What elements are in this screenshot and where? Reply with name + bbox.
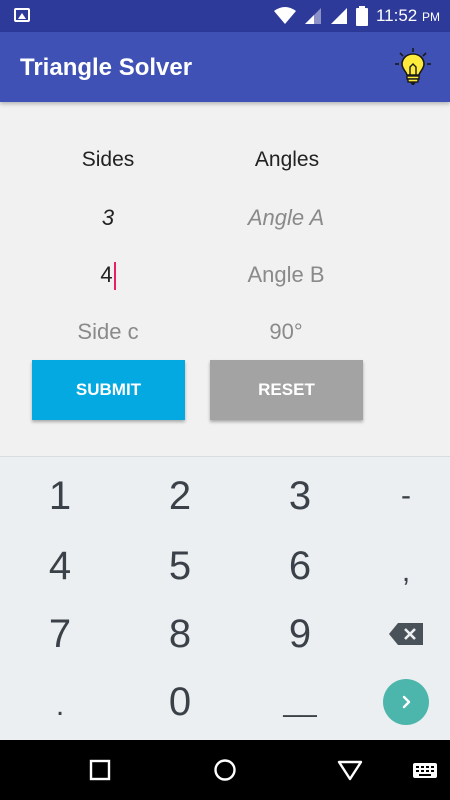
side-c-input[interactable]: Side c <box>33 311 183 353</box>
status-bar: 11:52 PM <box>0 0 450 32</box>
back-icon[interactable] <box>336 756 364 784</box>
image-notification-icon <box>14 8 30 22</box>
battery-icon <box>355 6 368 26</box>
signal-icon <box>304 8 321 24</box>
home-icon[interactable] <box>211 756 239 784</box>
key-6[interactable]: 6 <box>244 531 356 601</box>
recents-icon[interactable] <box>86 756 114 784</box>
keyboard-icon[interactable] <box>412 756 438 784</box>
navigation-bar <box>0 740 450 800</box>
key-dot[interactable]: . <box>4 671 116 741</box>
key-1[interactable]: 1 <box>4 461 116 531</box>
signal-icon-2 <box>330 8 347 24</box>
text-cursor <box>113 262 116 291</box>
angle-a-input[interactable]: Angle A <box>211 197 361 239</box>
side-b-input[interactable]: 4 <box>33 254 183 296</box>
chevron-right-icon <box>402 695 411 709</box>
backspace-icon <box>389 623 423 645</box>
sides-header: Sides <box>81 148 135 171</box>
angle-b-input[interactable]: Angle B <box>211 254 361 296</box>
key-9[interactable]: 9 <box>244 599 356 669</box>
key-minus[interactable]: - <box>350 461 450 531</box>
wifi-icon <box>273 7 296 24</box>
backspace-key[interactable] <box>350 599 450 669</box>
angles-header: Angles <box>254 148 320 171</box>
key-3[interactable]: 3 <box>244 461 356 531</box>
go-key[interactable] <box>350 667 450 737</box>
go-button[interactable] <box>383 679 429 725</box>
numeric-keyboard: 1 2 3 - 4 5 6 , 7 8 9 . 0 __ <box>0 456 450 740</box>
key-space[interactable]: __ <box>244 667 356 737</box>
key-comma[interactable]: , <box>350 537 450 607</box>
key-4[interactable]: 4 <box>4 531 116 601</box>
reset-button[interactable]: RESET <box>210 360 363 420</box>
side-b-value: 4 <box>100 262 113 287</box>
key-8[interactable]: 8 <box>124 599 236 669</box>
key-2[interactable]: 2 <box>124 461 236 531</box>
lightbulb-icon[interactable] <box>394 47 432 87</box>
key-0[interactable]: 0 <box>124 667 236 737</box>
clock: 11:52 PM <box>375 6 440 25</box>
key-7[interactable]: 7 <box>4 599 116 669</box>
submit-button[interactable]: SUBMIT <box>32 360 185 420</box>
angle-c-input[interactable]: 90° <box>211 311 361 353</box>
key-5[interactable]: 5 <box>124 531 236 601</box>
app-bar: Triangle Solver <box>0 32 450 102</box>
app-title: Triangle Solver <box>20 54 193 81</box>
side-a-input[interactable]: 3 <box>33 197 183 239</box>
